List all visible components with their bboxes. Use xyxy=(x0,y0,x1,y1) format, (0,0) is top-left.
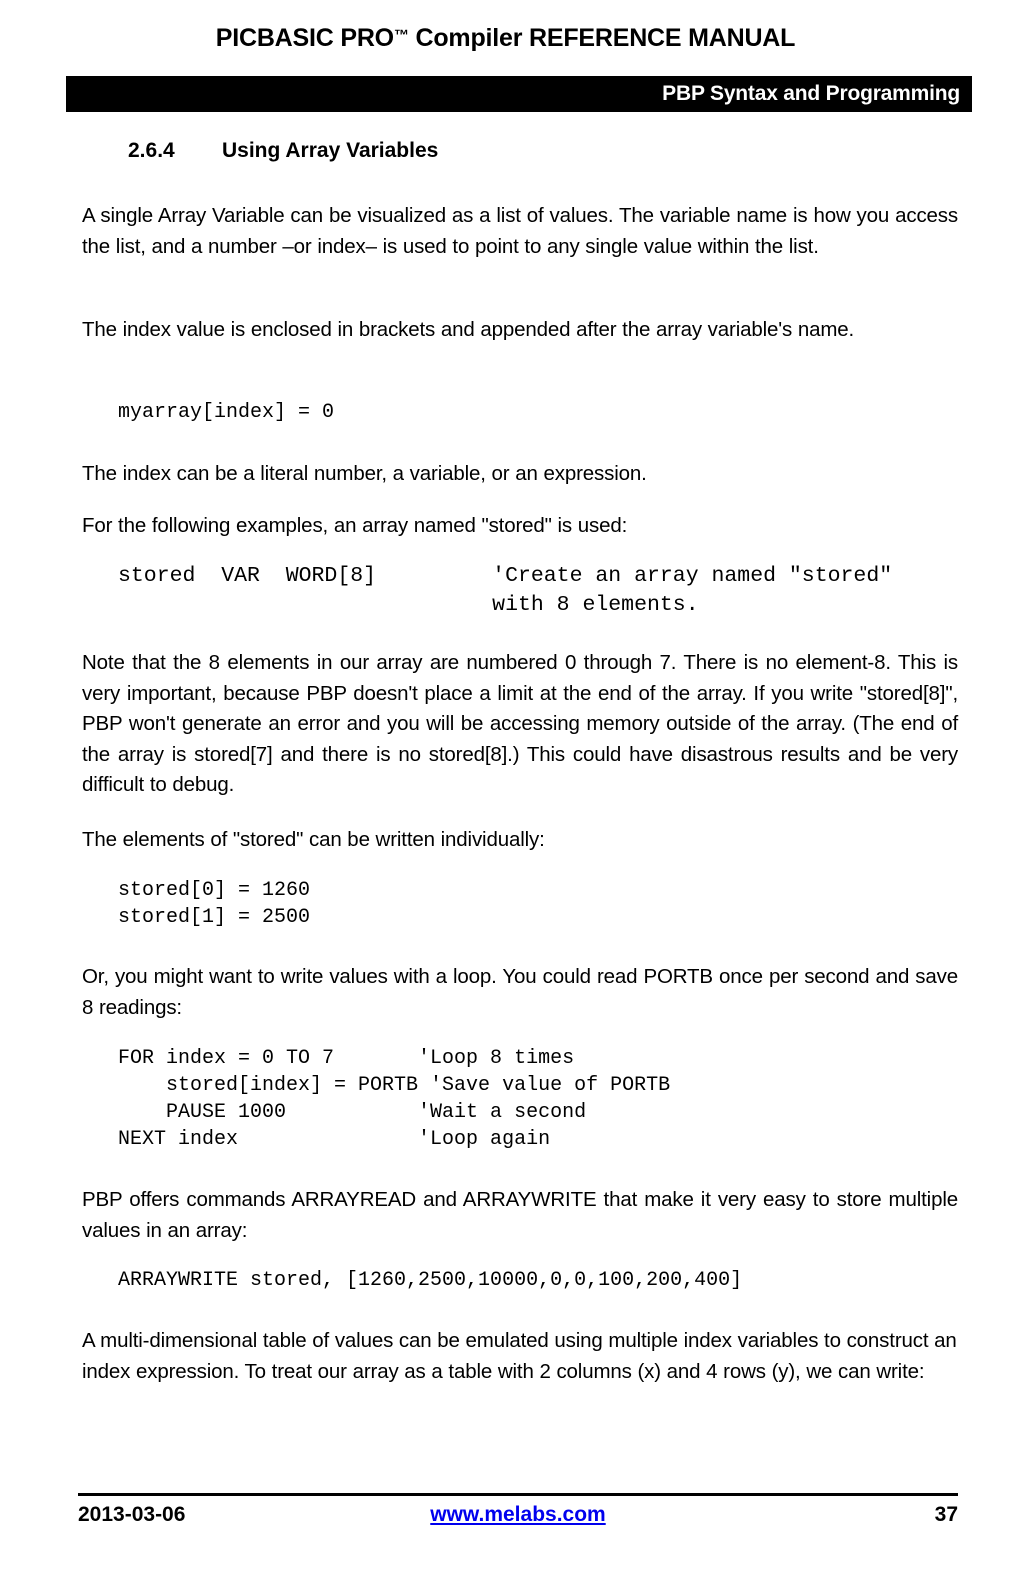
document-title: PICBASIC PRO™ Compiler REFERENCE MANUAL xyxy=(0,24,1011,53)
paragraph-3: The index can be a literal number, a var… xyxy=(82,462,647,485)
section-heading: 2.6.4 Using Array Variables xyxy=(128,139,438,163)
code-block-myarray: myarray[index] = 0 xyxy=(118,401,335,424)
document-title-rest: Compiler REFERENCE MANUAL xyxy=(408,24,796,52)
paragraph-2: The index value is enclosed in brackets … xyxy=(82,318,855,341)
paragraph-9: A multi-dimensional table of values can … xyxy=(82,1329,957,1383)
paragraph-1: A single Array Variable can be visualize… xyxy=(82,204,958,258)
header-bar: PBP Syntax and Programming xyxy=(66,76,972,112)
footer-link-wrapper: www.melabs.com xyxy=(78,1503,958,1527)
paragraph-8: PBP offers commands ARRAYREAD and ARRAYW… xyxy=(82,1188,958,1242)
document-title-main: PICBASIC PRO xyxy=(215,24,394,52)
trademark-icon: ™ xyxy=(393,27,409,44)
paragraph-7: Or, you might want to write values with … xyxy=(82,965,958,1019)
paragraph-6: The elements of "stored" can be written … xyxy=(82,828,545,851)
code-block-stored-var: stored VAR WORD[8] 'Create an array name… xyxy=(118,564,893,617)
document-page: PICBASIC PRO™ Compiler REFERENCE MANUAL … xyxy=(0,0,1011,1579)
code-block-stored-elements: stored[0] = 1260 stored[1] = 2500 xyxy=(118,879,311,929)
footer-page-number: 37 xyxy=(934,1503,958,1526)
section-number: 2.6.4 xyxy=(128,139,175,162)
code-block-for-loop: FOR index = 0 TO 7 'Loop 8 times stored[… xyxy=(118,1047,671,1151)
code-block-arraywrite: ARRAYWRITE stored, [1260,2500,10000,0,0,… xyxy=(118,1269,743,1292)
footer-divider xyxy=(78,1493,958,1496)
header-bar-label: PBP Syntax and Programming xyxy=(662,82,960,105)
section-title: Using Array Variables xyxy=(222,139,439,162)
page-footer: 2013-03-06 www.melabs.com 37 xyxy=(78,1503,958,1537)
paragraph-5: Note that the 8 elements in our array ar… xyxy=(82,651,958,796)
melabs-website-link[interactable]: www.melabs.com xyxy=(430,1503,605,1526)
paragraph-4: For the following examples, an array nam… xyxy=(82,514,628,537)
